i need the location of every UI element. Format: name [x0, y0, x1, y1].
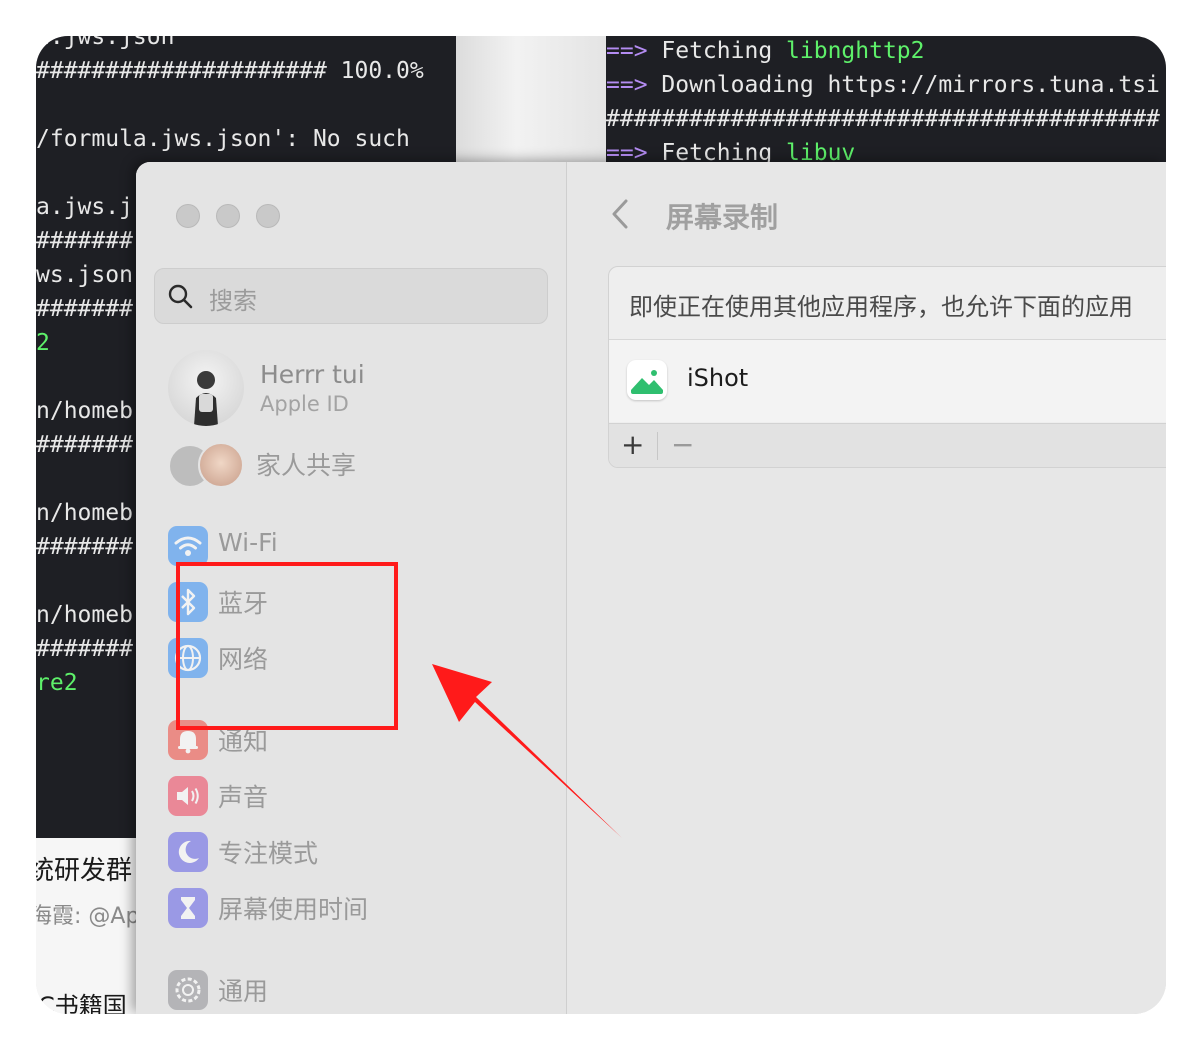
annotation-arrow — [432, 664, 622, 838]
